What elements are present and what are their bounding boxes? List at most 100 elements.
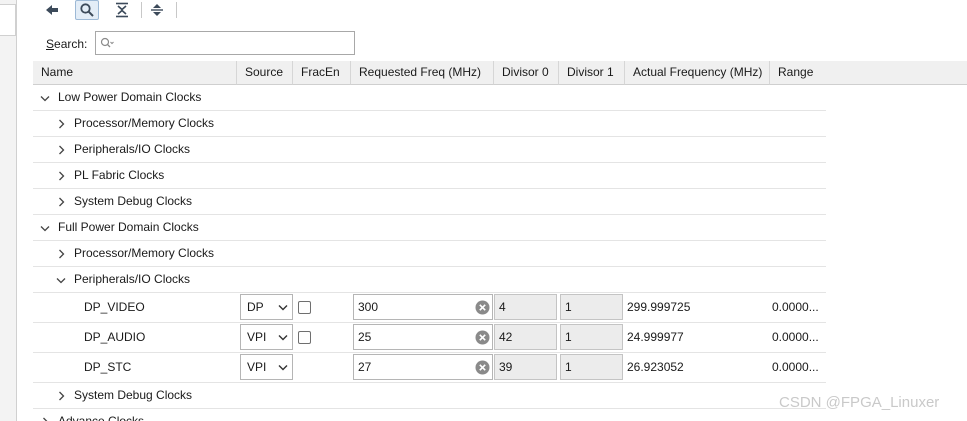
chevron-right-icon[interactable] (55, 163, 67, 189)
tree-row-fpd-peripherals-io[interactable]: Peripherals/IO Clocks (33, 267, 826, 293)
left-pane-tab[interactable] (0, 4, 16, 36)
divisor0-value: 39 (499, 360, 513, 374)
clock-name: DP_VIDEO (84, 300, 145, 314)
fracen-checkbox[interactable] (298, 331, 311, 344)
toolbar-separator (141, 2, 142, 18)
tree-row-fpd-processor-memory[interactable]: Processor/Memory Clocks (33, 241, 826, 267)
column-header-fracen[interactable]: FracEn (293, 61, 351, 85)
column-header-actual-freq[interactable]: Actual Frequency (MHz) (625, 61, 770, 85)
tree-row-advanced[interactable]: Advance Clocks (33, 409, 826, 421)
column-header-divisor1[interactable]: Divisor 1 (559, 61, 625, 85)
clock-row-dp-stc: DP_STC VPI 27 39 1 26.923052 0.0000... (33, 353, 826, 383)
tree-row-label: PL Fabric Clocks (74, 168, 165, 182)
chevron-right-icon[interactable] (55, 137, 67, 163)
column-header-requested-freq[interactable]: Requested Freq (MHz) (351, 61, 494, 85)
tree-row-label: Peripherals/IO Clocks (74, 272, 191, 286)
source-select[interactable]: DP (240, 294, 293, 320)
chevron-down-icon (274, 304, 292, 311)
divisor1-field: 1 (560, 354, 623, 380)
actual-freq-value: 24.999977 (627, 330, 684, 344)
tree-row-label: Low Power Domain Clocks (58, 90, 202, 104)
fracen-checkbox[interactable] (298, 301, 311, 314)
source-value: VPI (247, 360, 267, 374)
chevron-down-icon (274, 334, 292, 341)
tree-row-lpd-peripherals-io[interactable]: Peripherals/IO Clocks (33, 137, 826, 163)
divisor0-value: 4 (499, 300, 506, 314)
source-select[interactable]: VPI (240, 354, 293, 380)
tree-row-label: Processor/Memory Clocks (74, 246, 215, 260)
divisor0-value: 42 (499, 330, 513, 344)
divisor1-value: 1 (565, 330, 572, 344)
chevron-right-icon[interactable] (39, 409, 51, 421)
column-header-divisor0[interactable]: Divisor 0 (494, 61, 559, 85)
tree-row-lpd-processor-memory[interactable]: Processor/Memory Clocks (33, 111, 826, 137)
left-pane (0, 0, 17, 421)
clock-name: DP_STC (84, 360, 132, 374)
search-icon (100, 37, 114, 48)
tree-row-lpd-system-debug[interactable]: System Debug Clocks (33, 189, 826, 215)
search-toggle-button[interactable] (75, 0, 99, 20)
clear-icon[interactable] (472, 300, 492, 315)
column-header-source[interactable]: Source (237, 61, 293, 85)
chevron-down-icon[interactable] (39, 215, 51, 241)
search-input[interactable] (117, 33, 341, 53)
toolbar (33, 0, 967, 22)
tree-row-label: System Debug Clocks (74, 388, 193, 402)
requested-freq-value: 27 (358, 360, 372, 374)
requested-freq-input[interactable]: 300 (353, 294, 493, 320)
clock-table: Name Source FracEn Requested Freq (MHz) … (33, 61, 967, 421)
source-select[interactable]: VPI (240, 324, 293, 350)
tree-row-label: Processor/Memory Clocks (74, 116, 215, 130)
search-label: Search: (46, 37, 88, 51)
search-field[interactable] (95, 31, 355, 55)
source-value: VPI (247, 330, 267, 344)
divisor1-value: 1 (565, 300, 572, 314)
expand-all-button[interactable] (145, 0, 169, 20)
watermark: CSDN @FPGA_Linuxer (779, 394, 940, 411)
tree-row-fpd-system-debug[interactable]: System Debug Clocks (33, 383, 826, 409)
clock-row-dp-audio: DP_AUDIO VPI 25 42 1 24.999977 0.0000... (33, 323, 826, 353)
column-header-name[interactable]: Name (33, 61, 237, 85)
column-header-range[interactable]: Range (770, 61, 826, 85)
chevron-right-icon[interactable] (55, 383, 67, 409)
divisor1-field: 1 (560, 324, 623, 350)
expand-all-icon (151, 4, 163, 16)
divisor0-field: 4 (494, 294, 557, 320)
tree-row-label: Full Power Domain Clocks (58, 220, 199, 234)
divisor0-field: 42 (494, 324, 557, 350)
search-icon (80, 3, 94, 17)
requested-freq-value: 25 (358, 330, 372, 344)
collapse-all-button[interactable] (110, 0, 134, 20)
requested-freq-input[interactable]: 27 (353, 354, 493, 380)
actual-freq-value: 26.923052 (627, 360, 684, 374)
back-button[interactable] (40, 0, 64, 20)
chevron-down-icon[interactable] (39, 85, 51, 111)
clear-icon[interactable] (472, 330, 492, 345)
chevron-right-icon[interactable] (55, 189, 67, 215)
chevron-right-icon[interactable] (55, 111, 67, 137)
divisor1-field: 1 (560, 294, 623, 320)
tree-row-lpd-pl-fabric[interactable]: PL Fabric Clocks (33, 163, 826, 189)
clock-row-dp-video: DP_VIDEO DP 300 4 1 299.999725 0.0000... (33, 293, 826, 323)
actual-freq-value: 299.999725 (627, 300, 691, 314)
clock-name: DP_AUDIO (84, 330, 146, 344)
tree-row-label: Peripherals/IO Clocks (74, 142, 191, 156)
tree-row-lpd[interactable]: Low Power Domain Clocks (33, 85, 826, 111)
collapse-all-icon (116, 2, 128, 18)
chevron-down-icon (274, 364, 292, 371)
clear-icon[interactable] (472, 360, 492, 375)
divisor0-field: 39 (494, 354, 557, 380)
range-value: 0.0000... (772, 360, 819, 374)
range-value: 0.0000... (772, 300, 819, 314)
chevron-right-icon[interactable] (55, 241, 67, 267)
column-header-filler (825, 61, 967, 85)
tree-row-fpd[interactable]: Full Power Domain Clocks (33, 215, 826, 241)
range-value: 0.0000... (772, 330, 819, 344)
requested-freq-input[interactable]: 25 (353, 324, 493, 350)
tree-row-label: System Debug Clocks (74, 194, 193, 208)
clock-configuration-panel: Search: Name Source FracEn Requested Fre… (33, 0, 967, 421)
chevron-down-icon[interactable] (55, 267, 67, 293)
tree-row-label: Advance Clocks (58, 414, 145, 421)
arrow-left-icon (46, 5, 58, 15)
source-value: DP (247, 300, 264, 314)
